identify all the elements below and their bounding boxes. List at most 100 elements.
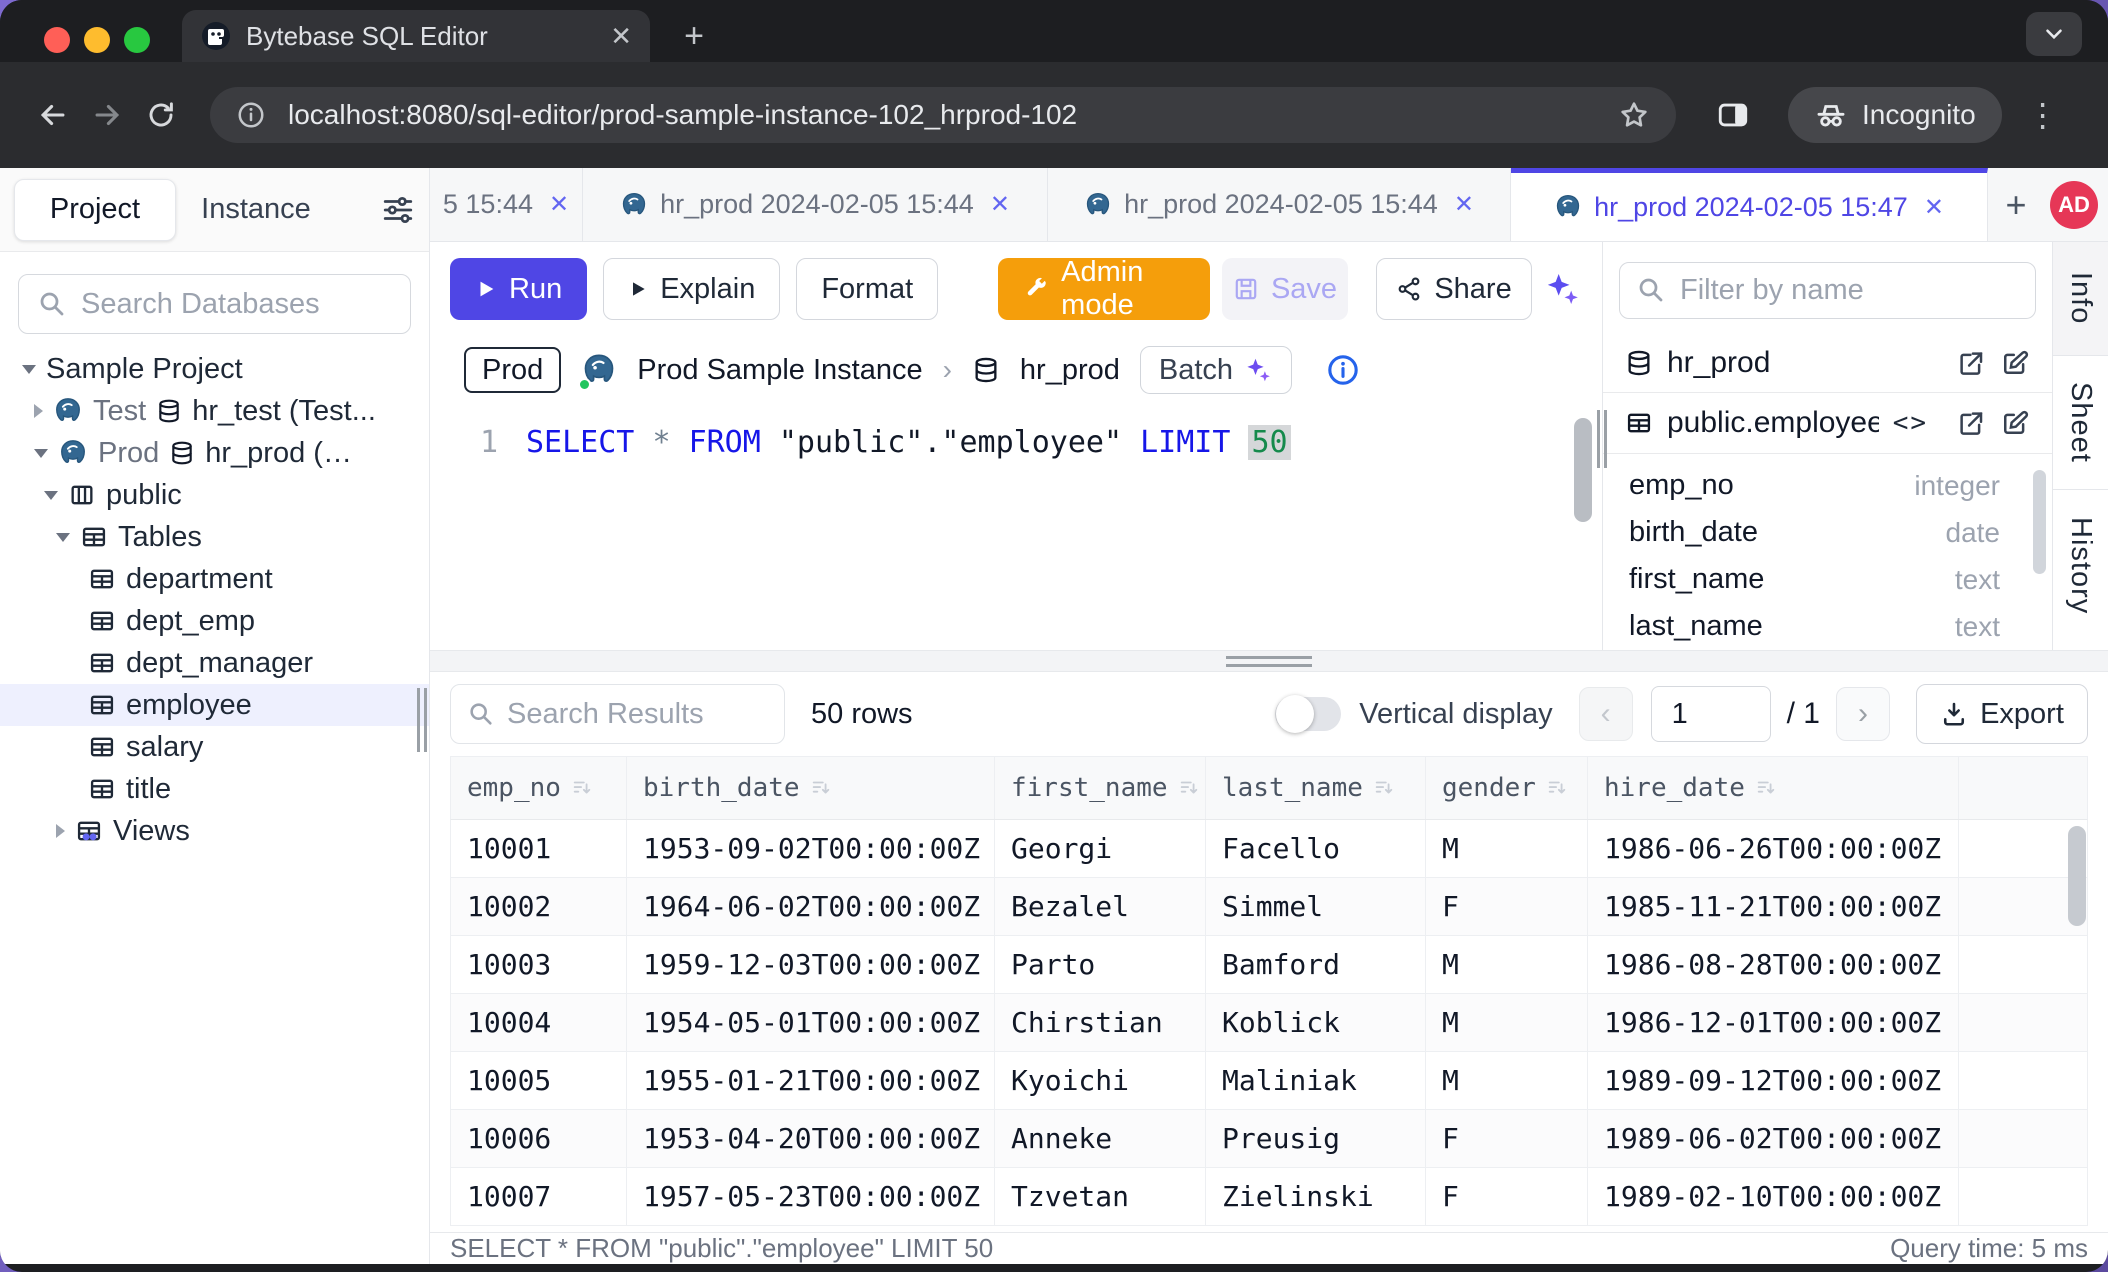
browser-tab-close-icon[interactable]: ✕: [610, 21, 632, 52]
editor-scrollbar[interactable]: [1574, 418, 1592, 522]
result-row[interactable]: 100061953-04-20T00:00:00ZAnnekePreusigF1…: [450, 1110, 2088, 1168]
page-input[interactable]: [1651, 686, 1771, 742]
info-icon[interactable]: [1326, 353, 1360, 387]
caret-down-icon[interactable]: [34, 449, 48, 458]
sql-editor[interactable]: 1 SELECT * FROM "public"."employee" LIMI…: [430, 404, 1602, 650]
tab-instance[interactable]: Instance: [176, 193, 336, 226]
worksheet-tab-3[interactable]: hr_prod 2024-02-05 15:44 ✕: [1048, 168, 1511, 241]
cell[interactable]: 1989-09-12T00:00:00Z: [1588, 1052, 1959, 1109]
tree-item-table-employee[interactable]: employee: [0, 684, 429, 726]
side-panel-button[interactable]: [1706, 88, 1760, 142]
save-button[interactable]: Save: [1222, 258, 1348, 320]
result-row[interactable]: 100011953-09-02T00:00:00ZGeorgiFacelloM1…: [450, 820, 2088, 878]
filter-settings-icon[interactable]: [381, 193, 415, 227]
browser-tab[interactable]: Bytebase SQL Editor ✕: [182, 10, 650, 62]
close-icon[interactable]: ✕: [990, 190, 1010, 219]
cell[interactable]: M: [1426, 1052, 1588, 1109]
cell[interactable]: 1959-12-03T00:00:00Z: [627, 936, 995, 993]
cell[interactable]: 10001: [451, 820, 627, 877]
cell[interactable]: 10006: [451, 1110, 627, 1167]
results-scrollbar[interactable]: [2068, 826, 2086, 926]
cell[interactable]: Georgi: [995, 820, 1206, 877]
cell[interactable]: Chirstian: [995, 994, 1206, 1051]
cell[interactable]: F: [1426, 1110, 1588, 1167]
tree-item-table-title[interactable]: title: [0, 768, 429, 810]
external-link-icon[interactable]: [1956, 408, 1986, 438]
tree-item-table-dept-emp[interactable]: dept_emp: [0, 600, 429, 642]
cell[interactable]: 1955-01-21T00:00:00Z: [627, 1052, 995, 1109]
url-bar[interactable]: localhost:8080/sql-editor/prod-sample-in…: [210, 87, 1676, 143]
cell[interactable]: Bezalel: [995, 878, 1206, 935]
tab-project[interactable]: Project: [14, 179, 176, 241]
rail-tab-history[interactable]: History: [2053, 490, 2108, 642]
rail-tab-sheet[interactable]: Sheet: [2053, 356, 2108, 490]
cell[interactable]: 1989-06-02T00:00:00Z: [1588, 1110, 1959, 1167]
format-button[interactable]: Format: [796, 258, 938, 320]
next-page-button[interactable]: ›: [1836, 687, 1890, 741]
tree-item-project[interactable]: Sample Project: [0, 348, 429, 390]
results-resize-handle[interactable]: [430, 650, 2108, 672]
browser-new-tab-button[interactable]: +: [672, 14, 716, 58]
tree-item-table-department[interactable]: department: [0, 558, 429, 600]
panel-table-row[interactable]: public.employee <>: [1603, 393, 2052, 454]
cell[interactable]: 1989-02-10T00:00:00Z: [1588, 1168, 1959, 1225]
tree-item-schema-public[interactable]: public: [0, 474, 429, 516]
reload-button[interactable]: [134, 88, 188, 142]
code-icon[interactable]: <>: [1893, 408, 1928, 438]
caret-down-icon[interactable]: [44, 491, 58, 500]
cell[interactable]: M: [1426, 820, 1588, 877]
column-row[interactable]: last_name text: [1603, 603, 2052, 650]
cell[interactable]: M: [1426, 994, 1588, 1051]
tree-item-prod-db[interactable]: Prod hr_prod (Pr...: [0, 432, 429, 474]
cell[interactable]: 10005: [451, 1052, 627, 1109]
tab-search-button[interactable]: [2026, 12, 2082, 56]
edit-icon[interactable]: [2000, 348, 2030, 378]
column-row[interactable]: birth_date date: [1603, 509, 2052, 556]
result-row[interactable]: 100071957-05-23T00:00:00ZTzvetanZielinsk…: [450, 1168, 2088, 1226]
url-text[interactable]: localhost:8080/sql-editor/prod-sample-in…: [288, 99, 1596, 131]
cell[interactable]: 1957-05-23T00:00:00Z: [627, 1168, 995, 1225]
instance-name[interactable]: Prod Sample Instance: [637, 354, 922, 387]
maximize-window-button[interactable]: [124, 27, 150, 53]
schema-filter[interactable]: [1619, 262, 2036, 319]
result-row[interactable]: 100041954-05-01T00:00:00ZChirstianKoblic…: [450, 994, 2088, 1052]
cell[interactable]: 1986-06-26T00:00:00Z: [1588, 820, 1959, 877]
cell[interactable]: Bamford: [1206, 936, 1426, 993]
cell[interactable]: Facello: [1206, 820, 1426, 877]
tree-item-table-dept-manager[interactable]: dept_manager: [0, 642, 429, 684]
run-button[interactable]: Run: [450, 258, 587, 320]
panel-resize-handle[interactable]: [1597, 410, 1607, 468]
user-avatar[interactable]: AD: [2050, 181, 2098, 229]
cell[interactable]: 10007: [451, 1168, 627, 1225]
cell[interactable]: 1953-09-02T00:00:00Z: [627, 820, 995, 877]
export-button[interactable]: Export: [1916, 684, 2088, 744]
minimize-window-button[interactable]: [84, 27, 110, 53]
add-worksheet-button[interactable]: +: [1988, 168, 2044, 241]
result-row[interactable]: 100051955-01-21T00:00:00ZKyoichiMaliniak…: [450, 1052, 2088, 1110]
tree-item-views[interactable]: Views: [0, 810, 429, 852]
schema-filter-input[interactable]: [1680, 274, 2019, 307]
column-row[interactable]: emp_no integer: [1603, 462, 2052, 509]
database-name[interactable]: hr_prod: [1020, 354, 1120, 387]
cell[interactable]: Maliniak: [1206, 1052, 1426, 1109]
cell[interactable]: Parto: [995, 936, 1206, 993]
cell[interactable]: Tzvetan: [995, 1168, 1206, 1225]
cell[interactable]: Preusig: [1206, 1110, 1426, 1167]
cell[interactable]: 1953-04-20T00:00:00Z: [627, 1110, 995, 1167]
forward-button[interactable]: [80, 88, 134, 142]
result-row[interactable]: 100031959-12-03T00:00:00ZPartoBamfordM19…: [450, 936, 2088, 994]
results-search[interactable]: [450, 684, 785, 744]
batch-button[interactable]: Batch: [1140, 346, 1292, 394]
sql-line-1[interactable]: 1 SELECT * FROM "public"."employee" LIMI…: [430, 404, 1602, 466]
prev-page-button[interactable]: ‹: [1579, 687, 1633, 741]
column-header[interactable]: gender: [1426, 757, 1588, 819]
close-window-button[interactable]: [44, 27, 70, 53]
sort-icon[interactable]: [571, 777, 593, 799]
column-header[interactable]: last_name: [1206, 757, 1426, 819]
panel-scrollbar[interactable]: [2033, 470, 2046, 574]
cell[interactable]: M: [1426, 936, 1588, 993]
caret-right-icon[interactable]: [34, 404, 43, 418]
cell[interactable]: 1964-06-02T00:00:00Z: [627, 878, 995, 935]
worksheet-tab-1[interactable]: 5 15:44 ✕: [430, 168, 583, 241]
explain-button[interactable]: Explain: [603, 258, 780, 320]
